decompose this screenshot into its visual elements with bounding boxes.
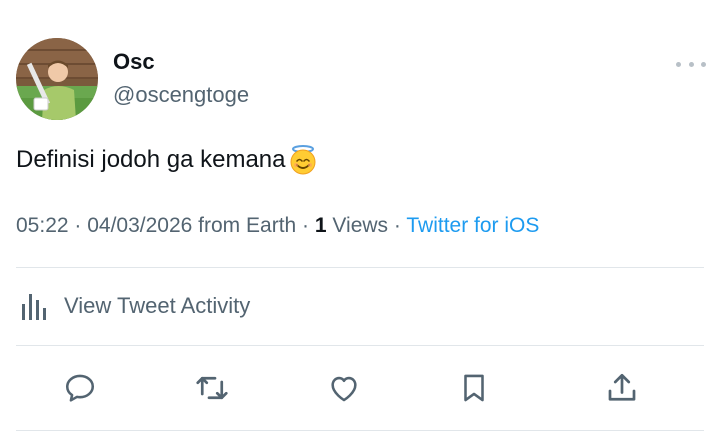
avatar-image [16,38,98,120]
separator: · [388,214,407,237]
divider [16,345,704,346]
view-tweet-activity-button[interactable]: View Tweet Activity [20,288,250,324]
share-icon [608,373,636,401]
heart-icon [331,376,357,402]
view-tweet-activity-label: View Tweet Activity [64,293,251,318]
smiling-face-with-halo-icon [290,145,315,175]
reply-icon [65,374,95,402]
bookmark-icon [464,374,484,402]
reply-button[interactable] [62,370,98,406]
tweet-body: Definisi jodoh ga kemana [16,146,286,173]
retweet-icon [196,376,228,400]
tweet-date[interactable]: 04/03/2026 [87,214,192,237]
retweet-button[interactable] [194,370,230,406]
separator: · [296,214,315,237]
views-label: Views [326,214,389,237]
share-button[interactable] [604,370,640,406]
source-link[interactable]: Twitter for iOS [406,214,539,237]
tweet-text: Definisi jodoh ga kemana [16,144,319,176]
like-button[interactable] [326,370,362,406]
tweet-location: from Earth [192,214,297,237]
bar-chart-icon [22,294,46,320]
separator: · [68,214,88,237]
divider [16,430,704,431]
dot [701,61,706,67]
more-options-icon[interactable] [676,54,706,74]
divider [16,267,704,268]
dot [688,61,694,67]
display-name[interactable]: Osc [113,49,155,75]
user-handle[interactable]: @oscengtoge [113,82,249,108]
tweet-meta: 05:22 · 04/03/2026 from Earth · 1 Views … [16,214,539,238]
bookmark-button[interactable] [456,370,492,406]
avatar[interactable] [16,38,98,120]
tweet-time[interactable]: 05:22 [16,214,69,237]
dot [676,61,681,67]
views-count: 1 [314,214,327,237]
